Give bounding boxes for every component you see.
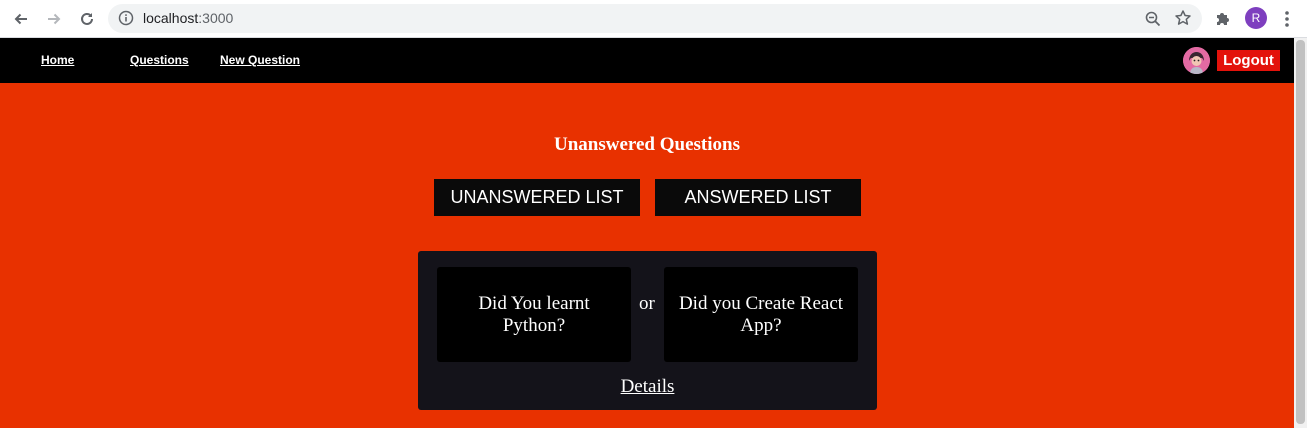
unanswered-list-button[interactable]: UNANSWERED LIST	[434, 179, 640, 216]
page-scrollbar[interactable]	[1294, 38, 1307, 428]
info-icon[interactable]	[118, 10, 134, 26]
option-two[interactable]: Did you Create React App?	[664, 267, 858, 362]
answered-list-button[interactable]: ANSWERED LIST	[655, 179, 861, 216]
browser-menu-icon[interactable]	[1280, 8, 1294, 30]
url-port: :3000	[198, 10, 234, 26]
nav-link-new-question[interactable]: New Question	[220, 53, 300, 67]
question-card: Did You learnt Python? or Did you Create…	[418, 251, 877, 410]
details-link[interactable]: Details	[418, 376, 877, 398]
zoom-icon[interactable]	[1144, 10, 1162, 28]
browser-toolbar: localhost:3000 R	[0, 0, 1307, 38]
url-host: localhost	[143, 10, 199, 26]
user-avatar	[1183, 47, 1210, 74]
url-text: localhost:3000	[143, 10, 233, 26]
logout-button[interactable]: Logout	[1217, 50, 1280, 71]
app-navbar: Home Questions New Question Logout	[0, 38, 1294, 83]
nav-link-questions[interactable]: Questions	[130, 53, 189, 67]
forward-arrow-icon[interactable]	[42, 7, 66, 31]
nav-link-home[interactable]: Home	[41, 53, 74, 67]
bookmark-star-icon[interactable]	[1174, 9, 1192, 27]
page-title: Unanswered Questions	[554, 134, 740, 155]
reload-icon[interactable]	[75, 7, 99, 31]
or-separator: or	[639, 293, 655, 314]
extensions-puzzle-icon[interactable]	[1213, 9, 1233, 29]
scrollbar-thumb[interactable]	[1296, 40, 1305, 424]
address-bar[interactable]: localhost:3000	[108, 4, 1202, 33]
option-one[interactable]: Did You learnt Python?	[437, 267, 631, 362]
back-arrow-icon[interactable]	[9, 7, 33, 31]
profile-avatar[interactable]: R	[1245, 7, 1267, 29]
